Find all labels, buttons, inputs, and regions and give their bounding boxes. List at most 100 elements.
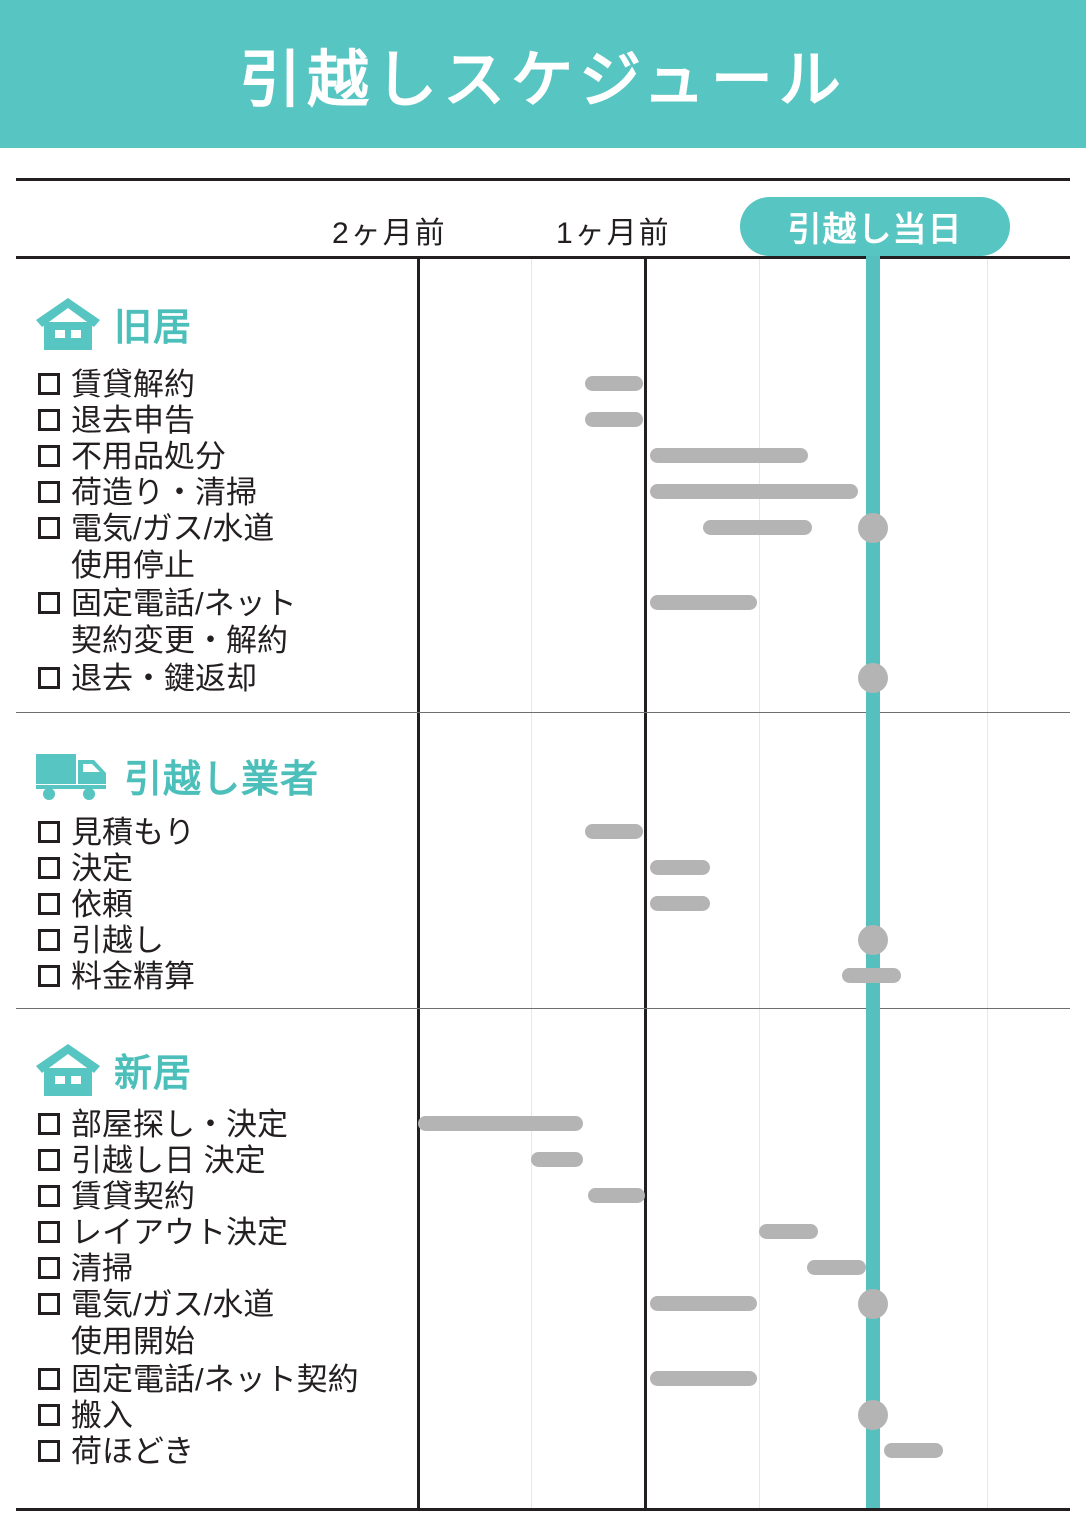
gantt-bar	[418, 1116, 583, 1131]
checkbox-icon[interactable]	[38, 821, 60, 843]
task-row[interactable]: 不用品処分	[38, 438, 226, 475]
task-row[interactable]: 決定	[38, 850, 133, 887]
task-label: 依頼	[71, 887, 133, 922]
task-row[interactable]: 部屋探し・決定	[38, 1106, 288, 1143]
task-label: 電気/ガス/水道 使用開始	[71, 1287, 275, 1359]
checkbox-icon[interactable]	[38, 965, 60, 987]
moving-day-badge-label: 引越し当日	[787, 211, 963, 249]
checkbox-icon[interactable]	[38, 893, 60, 915]
gridline-minor-2	[759, 259, 760, 1508]
task-label: 決定	[71, 851, 133, 886]
task-label-continued: 使用停止	[71, 548, 195, 583]
task-row[interactable]: 荷造り・清掃	[38, 474, 257, 511]
checkbox-icon[interactable]	[38, 373, 60, 395]
checkbox-icon[interactable]	[38, 1113, 60, 1135]
moving-day-marker-line	[866, 246, 880, 1508]
gantt-milestone-dot	[858, 1399, 888, 1430]
task-label: 料金精算	[71, 959, 195, 994]
house-icon	[36, 297, 100, 350]
task-row[interactable]: 退去申告	[38, 402, 195, 439]
axis-label-1-month: 1ヶ月前	[556, 217, 671, 250]
checkbox-icon[interactable]	[38, 445, 60, 467]
gridline-major-1-month	[644, 259, 647, 1508]
task-row[interactable]: 引越し日 決定	[38, 1142, 266, 1179]
checkbox-icon[interactable]	[38, 409, 60, 431]
checkbox-icon[interactable]	[38, 517, 60, 539]
checkbox-icon[interactable]	[38, 1185, 60, 1207]
truck-icon	[36, 752, 110, 800]
checkbox-icon[interactable]	[38, 1293, 60, 1315]
task-label: 賃貸契約	[71, 1179, 195, 1214]
task-row[interactable]: レイアウト決定	[38, 1214, 288, 1251]
gantt-bar	[703, 520, 812, 535]
task-row[interactable]: 荷ほどき	[38, 1433, 194, 1470]
task-label: 賃貸解約	[71, 367, 195, 402]
task-row[interactable]: 引越し	[38, 922, 164, 959]
task-row[interactable]: 固定電話/ネット 契約変更・解約	[38, 585, 297, 659]
task-label: 引越し日 決定	[71, 1143, 266, 1178]
task-row[interactable]: 退去・鍵返却	[38, 660, 257, 697]
task-row[interactable]: 依頼	[38, 886, 133, 923]
moving-schedule-infographic: 引越しスケジュール 2ヶ月前 1ヶ月前 引越し当日 旧居賃貸解約 退去申告 不用品処…	[0, 0, 1086, 1536]
gantt-bar	[759, 1224, 818, 1239]
gantt-milestone-dot	[858, 662, 888, 693]
axis-label-2-months: 2ヶ月前	[332, 217, 447, 250]
checkbox-icon[interactable]	[38, 1368, 60, 1390]
checkbox-icon[interactable]	[38, 1440, 60, 1462]
gantt-bar	[842, 968, 901, 983]
gridline-minor-1	[531, 259, 532, 1508]
checkbox-icon[interactable]	[38, 1149, 60, 1171]
checkbox-icon[interactable]	[38, 1257, 60, 1279]
gantt-milestone-dot	[858, 512, 888, 543]
gantt-bar	[585, 412, 643, 427]
title-banner: 引越しスケジュール	[0, 0, 1086, 148]
task-label: 退去・鍵返却	[71, 661, 257, 696]
gantt-bar	[585, 376, 643, 391]
task-label: 荷造り・清掃	[71, 475, 257, 510]
task-row[interactable]: 賃貸解約	[38, 366, 195, 403]
gantt-bar	[650, 448, 808, 463]
task-label: 荷ほどき	[71, 1434, 195, 1469]
gantt-bar	[650, 1371, 757, 1386]
checkbox-icon[interactable]	[38, 857, 60, 879]
task-row[interactable]: 固定電話/ネット契約	[38, 1361, 359, 1398]
checkbox-icon[interactable]	[38, 1404, 60, 1426]
checkbox-icon[interactable]	[38, 481, 60, 503]
task-label: 引越し	[71, 923, 164, 958]
section-separator-2	[16, 1008, 1070, 1009]
bottom-rule	[16, 1508, 1070, 1511]
page-title: 引越しスケジュール	[239, 46, 847, 115]
gridline-major-2-months	[417, 259, 420, 1508]
gantt-bar	[585, 824, 643, 839]
section-header-moving-company: 引越し業者	[36, 748, 319, 803]
task-row[interactable]: 清掃	[38, 1250, 133, 1287]
task-row[interactable]: 電気/ガス/水道 使用停止	[38, 510, 274, 584]
checkbox-icon[interactable]	[38, 1221, 60, 1243]
gantt-bar	[650, 1296, 757, 1311]
gantt-bar	[531, 1152, 583, 1167]
task-label-continued: 契約変更・解約	[71, 623, 288, 658]
task-label: 搬入	[71, 1398, 133, 1433]
task-label-continued: 使用開始	[71, 1324, 195, 1359]
checkbox-icon[interactable]	[38, 592, 60, 614]
gantt-milestone-dot	[858, 1288, 888, 1319]
checkbox-icon[interactable]	[38, 929, 60, 951]
section-separator-1	[16, 712, 1070, 713]
top-rule	[16, 178, 1070, 181]
gantt-bar	[650, 484, 858, 499]
section-title-moving-company: 引越し業者	[124, 759, 320, 801]
task-row[interactable]: 搬入	[38, 1397, 133, 1434]
task-label: 部屋探し・決定	[71, 1107, 288, 1142]
task-row[interactable]: 料金精算	[38, 958, 195, 995]
task-row[interactable]: 賃貸契約	[38, 1178, 195, 1215]
task-row[interactable]: 電気/ガス/水道 使用開始	[38, 1286, 274, 1360]
house-icon	[36, 1043, 100, 1096]
gantt-bar	[650, 860, 710, 875]
section-title-old-residence: 旧居	[114, 307, 193, 349]
task-label: 清掃	[71, 1251, 133, 1286]
task-label: 見積もり	[71, 815, 195, 850]
task-row[interactable]: 見積もり	[38, 814, 195, 851]
task-label: 退去申告	[71, 403, 195, 438]
section-title-new-residence: 新居	[114, 1053, 193, 1095]
checkbox-icon[interactable]	[38, 667, 60, 689]
